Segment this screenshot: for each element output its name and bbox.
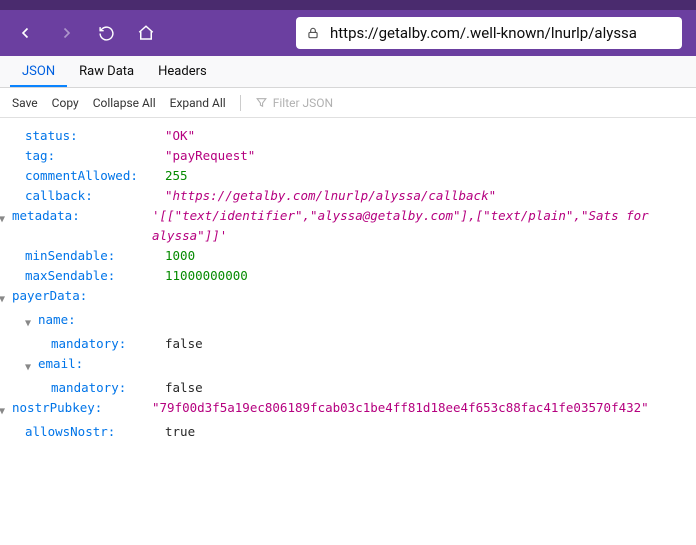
collapse-toggle-icon[interactable]: ▼ xyxy=(0,398,12,422)
reload-button[interactable] xyxy=(94,21,118,45)
toggle-icon xyxy=(12,126,25,130)
json-row[interactable]: maxSendable:11000000000 xyxy=(12,266,684,286)
json-row[interactable]: tag:"payRequest" xyxy=(12,146,684,166)
expand-all-button[interactable]: Expand All xyxy=(170,96,226,110)
json-key: mandatory: xyxy=(51,378,165,398)
json-key: maxSendable: xyxy=(25,266,165,286)
json-key: allowsNostr: xyxy=(25,422,165,442)
json-viewer: status:"OK" tag:"payRequest" commentAllo… xyxy=(0,118,696,450)
json-value: "OK" xyxy=(165,126,195,146)
json-value: 1000 xyxy=(165,246,195,266)
json-key: status: xyxy=(25,126,165,146)
json-value: "payRequest" xyxy=(165,146,255,166)
home-button[interactable] xyxy=(134,21,158,45)
collapse-all-button[interactable]: Collapse All xyxy=(93,96,156,110)
json-value: 255 xyxy=(165,166,188,186)
browser-toolbar: https://getalby.com/.well-known/lnurlp/a… xyxy=(0,10,696,56)
tab-strip xyxy=(0,0,696,10)
json-key: email: xyxy=(38,354,178,374)
filter-icon xyxy=(255,96,268,109)
json-row[interactable]: allowsNostr:true xyxy=(12,422,684,442)
tab-json[interactable]: JSON xyxy=(10,57,67,87)
separator xyxy=(240,95,241,111)
url-text: https://getalby.com/.well-known/lnurlp/a… xyxy=(330,24,637,42)
json-key: nostrPubkey: xyxy=(12,398,152,418)
json-key: commentAllowed: xyxy=(25,166,165,186)
json-key: callback: xyxy=(25,186,165,206)
back-button[interactable] xyxy=(14,21,38,45)
collapse-toggle-icon[interactable]: ▼ xyxy=(0,286,12,310)
json-value: true xyxy=(165,422,195,442)
tab-headers[interactable]: Headers xyxy=(146,57,219,87)
json-value: "79f00d3f5a19ec806189fcab03c1be4ff81d18e… xyxy=(152,398,649,418)
lock-icon xyxy=(306,26,320,40)
json-row[interactable]: ▼metadata:'[["text/identifier","alyssa@g… xyxy=(0,206,684,246)
json-key: mandatory: xyxy=(51,334,165,354)
json-toolbar: Save Copy Collapse All Expand All Filter… xyxy=(0,88,696,118)
json-row[interactable]: ▼nostrPubkey:"79f00d3f5a19ec806189fcab03… xyxy=(0,398,684,422)
json-key: name: xyxy=(38,310,178,330)
json-row[interactable]: commentAllowed:255 xyxy=(12,166,684,186)
json-key: payerData: xyxy=(12,286,152,306)
json-value: false xyxy=(165,334,203,354)
json-row[interactable]: ▼payerData: xyxy=(0,286,684,310)
json-value: '[["text/identifier","alyssa@getalby.com… xyxy=(152,206,684,246)
json-row[interactable]: status:"OK" xyxy=(12,126,684,146)
collapse-toggle-icon[interactable]: ▼ xyxy=(25,354,38,378)
filter-placeholder: Filter JSON xyxy=(273,96,333,110)
json-value: false xyxy=(165,378,203,398)
collapse-toggle-icon[interactable]: ▼ xyxy=(0,206,12,230)
filter-input[interactable]: Filter JSON xyxy=(255,96,333,110)
viewer-tabs: JSON Raw Data Headers xyxy=(0,56,696,88)
tab-raw-data[interactable]: Raw Data xyxy=(67,57,146,87)
json-row[interactable]: minSendable:1000 xyxy=(12,246,684,266)
json-row[interactable]: ▼email: xyxy=(12,354,684,378)
collapse-toggle-icon[interactable]: ▼ xyxy=(25,310,38,334)
json-row[interactable]: mandatory:false xyxy=(12,334,684,354)
json-key: minSendable: xyxy=(25,246,165,266)
url-bar[interactable]: https://getalby.com/.well-known/lnurlp/a… xyxy=(296,17,682,49)
nav-group xyxy=(14,21,158,45)
json-row[interactable]: callback:"https://getalby.com/lnurlp/aly… xyxy=(12,186,684,206)
save-button[interactable]: Save xyxy=(12,96,38,110)
json-value: "https://getalby.com/lnurlp/alyssa/callb… xyxy=(165,186,496,206)
json-value: 11000000000 xyxy=(165,266,248,286)
json-row[interactable]: mandatory:false xyxy=(12,378,684,398)
forward-button[interactable] xyxy=(54,21,78,45)
json-key: metadata: xyxy=(12,206,152,226)
json-key: tag: xyxy=(25,146,165,166)
copy-button[interactable]: Copy xyxy=(52,96,79,110)
json-row[interactable]: ▼name: xyxy=(12,310,684,334)
